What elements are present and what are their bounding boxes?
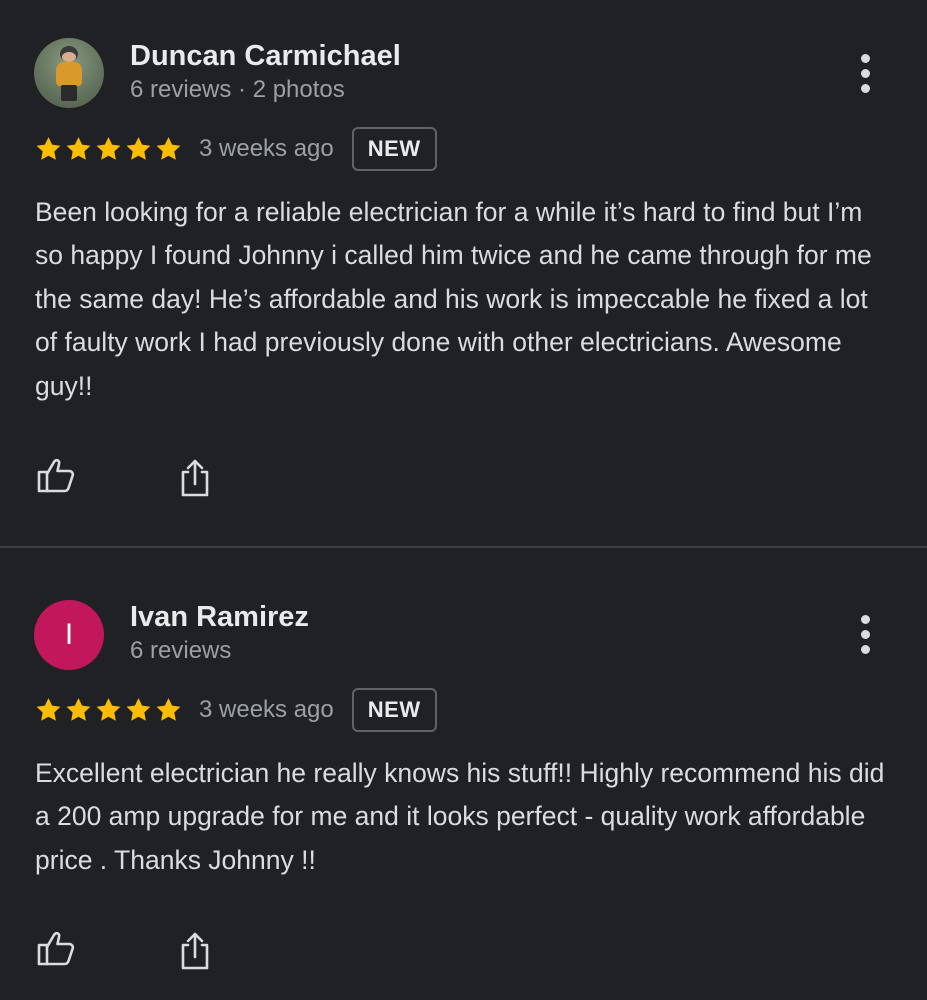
avatar[interactable] bbox=[34, 38, 104, 108]
avatar-letter: I bbox=[64, 618, 74, 651]
reviewer-name[interactable]: Duncan Carmichael bbox=[130, 40, 401, 73]
star-icon bbox=[156, 137, 181, 160]
more-vert-icon[interactable] bbox=[856, 615, 876, 655]
star-icon bbox=[66, 698, 91, 721]
reviewer-meta: 6 reviews · 2 photos bbox=[130, 76, 345, 103]
rating-row: 3 weeks ago NEW bbox=[34, 687, 437, 733]
review-card: I Ivan Ramirez 6 reviews 3 weeks ago NEW… bbox=[0, 548, 927, 1000]
review-date: 3 weeks ago bbox=[199, 135, 334, 162]
star-icon bbox=[36, 698, 61, 721]
new-badge: NEW bbox=[351, 127, 437, 171]
star-icon bbox=[36, 137, 61, 160]
review-card: Duncan Carmichael 6 reviews · 2 photos 3… bbox=[0, 0, 927, 546]
star-icon bbox=[126, 137, 151, 160]
star-icon bbox=[156, 698, 181, 721]
thumbs-up-icon[interactable] bbox=[35, 928, 77, 970]
star-rating bbox=[34, 696, 183, 724]
star-icon bbox=[96, 137, 121, 160]
new-badge: NEW bbox=[351, 688, 437, 732]
thumbs-up-icon[interactable] bbox=[35, 455, 77, 497]
star-rating bbox=[34, 135, 183, 163]
star-icon bbox=[96, 698, 121, 721]
more-vert-icon[interactable] bbox=[856, 54, 876, 94]
review-text: Excellent electrician he really knows hi… bbox=[35, 758, 885, 875]
share-icon[interactable] bbox=[174, 930, 216, 972]
reviewer-meta: 6 reviews bbox=[130, 637, 232, 664]
review-text: Been looking for a reliable electrician … bbox=[35, 197, 872, 401]
star-icon bbox=[126, 698, 151, 721]
review-date: 3 weeks ago bbox=[199, 696, 334, 723]
rating-row: 3 weeks ago NEW bbox=[34, 126, 437, 172]
star-icon bbox=[66, 137, 91, 160]
avatar[interactable]: I bbox=[34, 600, 104, 670]
reviewer-name[interactable]: Ivan Ramirez bbox=[130, 601, 309, 634]
share-icon[interactable] bbox=[174, 457, 216, 499]
